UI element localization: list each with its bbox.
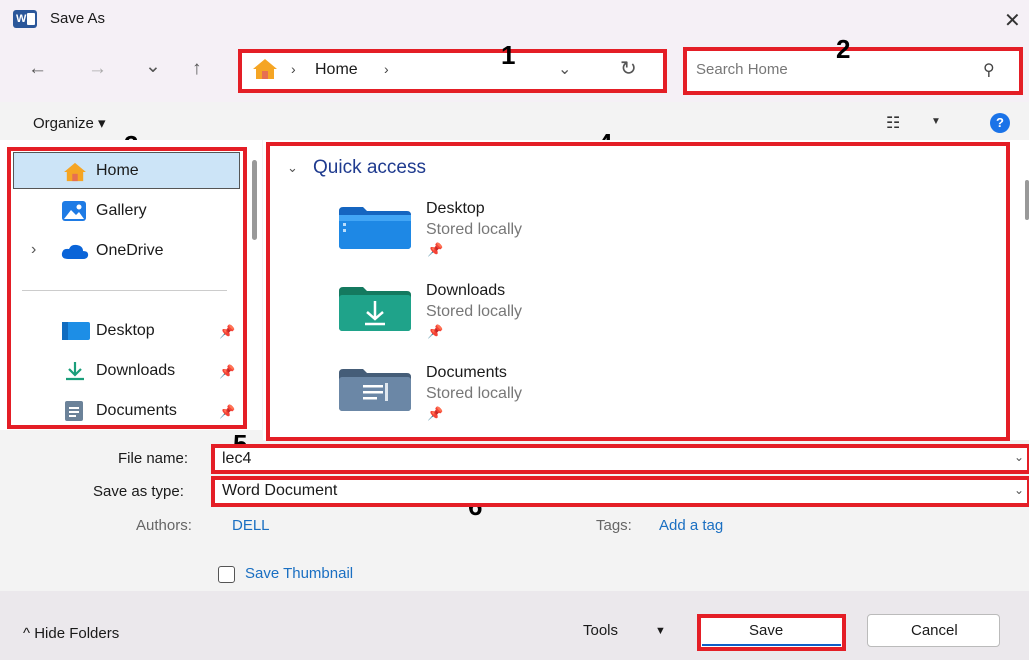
up-arrow-icon[interactable]: ↑ [192,58,202,80]
address-bar[interactable] [238,49,667,93]
tools-menu[interactable]: Tools [583,622,618,639]
organize-menu[interactable]: Organize ▾ [33,114,106,132]
annotation-badge-2: 2 [836,34,851,64]
breadcrumb-home[interactable]: Home [315,61,358,79]
breadcrumb-separator: › [291,61,296,77]
address-dropdown-icon[interactable]: ⌄ [558,59,571,79]
annotation-badge-1: 1 [501,40,516,70]
breadcrumb-separator[interactable]: › [384,61,389,77]
annotation-box-4 [266,142,1010,441]
view-options-icon[interactable]: ☷ [886,113,900,133]
authors-label: Authors: [136,517,192,534]
help-icon[interactable]: ? [990,113,1010,133]
sidebar-scrollbar[interactable] [252,160,257,240]
save-button-label[interactable]: Save [749,622,783,639]
refresh-icon[interactable]: ↻ [620,56,637,81]
search-input[interactable]: Search Home [696,61,788,78]
tools-caret-icon[interactable]: ▼ [655,625,666,637]
save-as-type-label: Save as type: [93,483,184,500]
chevron-down-icon[interactable]: ⌄ [1014,450,1024,464]
file-name-label: File name: [118,450,189,467]
save-thumbnail-checkbox[interactable] [218,566,235,583]
authors-value[interactable]: DELL [232,517,270,534]
back-arrow-icon[interactable]: ← [28,58,47,80]
save-thumbnail-label[interactable]: Save Thumbnail [245,565,353,582]
tags-label: Tags: [596,517,632,534]
window-title: Save As [50,10,106,27]
forward-arrow-icon[interactable]: → [88,58,107,80]
save-as-type-value[interactable]: Word Document [222,482,337,500]
search-icon[interactable]: ⚲ [983,60,995,80]
title-bar [0,0,1029,40]
annotation-box-3 [7,147,247,429]
close-icon[interactable]: ✕ [1004,8,1021,33]
tags-input[interactable]: Add a tag [659,517,723,534]
view-caret-icon[interactable]: ▼ [931,116,941,127]
home-icon [253,59,277,79]
content-scrollbar[interactable] [1025,180,1029,220]
chevron-down-icon[interactable]: ⌄ [1014,483,1024,497]
recent-locations-chevron-icon[interactable]: ⌄ [145,55,161,78]
word-app-icon: W [13,10,37,28]
file-name-field[interactable] [211,444,1029,474]
hide-folders-button[interactable]: ^ Hide Folders [23,625,119,642]
file-name-input[interactable]: lec4 [222,450,251,468]
cancel-button-label[interactable]: Cancel [911,622,958,639]
